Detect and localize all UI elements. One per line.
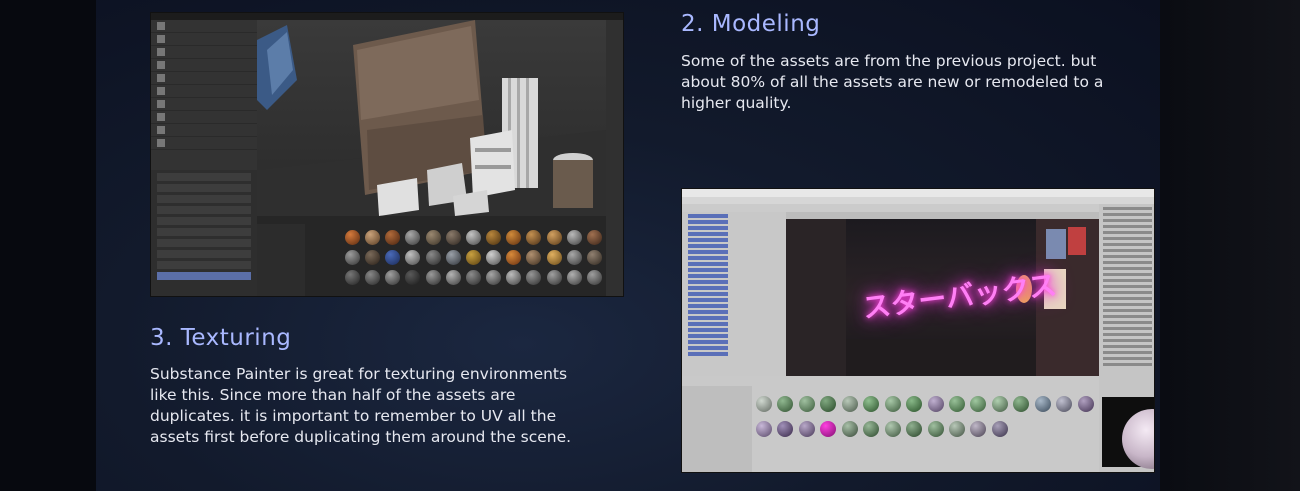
unity-scene-view: スターバックス bbox=[786, 219, 1099, 376]
sp-menubar bbox=[151, 13, 623, 20]
modeling-screenshot: スターバックス bbox=[681, 188, 1155, 473]
sp-layer-row bbox=[151, 33, 257, 46]
left-margin bbox=[0, 0, 96, 491]
sp-layer-row bbox=[151, 124, 257, 137]
modeling-body: Some of the assets are from the previous… bbox=[681, 52, 1104, 112]
texturing-screenshot bbox=[150, 12, 624, 297]
sp-layer-row bbox=[151, 137, 257, 150]
sp-layer-row bbox=[151, 46, 257, 59]
sp-material-grid bbox=[345, 230, 605, 285]
sp-layer-row bbox=[151, 111, 257, 124]
right-margin bbox=[1160, 0, 1300, 491]
sp-scene-render bbox=[257, 20, 606, 216]
unity-hierarchy bbox=[682, 212, 786, 376]
texturing-heading: 3. Texturing bbox=[150, 325, 292, 351]
sp-shelf-categories bbox=[257, 224, 305, 296]
sp-right-panel bbox=[606, 20, 623, 296]
unity-project-tree bbox=[682, 386, 752, 472]
preview-sphere bbox=[1122, 409, 1154, 469]
sp-layer-row bbox=[151, 59, 257, 72]
unity-titlebar bbox=[682, 189, 1154, 197]
unity-material-preview bbox=[1102, 397, 1154, 469]
sp-layer-row bbox=[151, 20, 257, 33]
sp-layers-panel bbox=[151, 20, 257, 170]
texturing-body: Substance Painter is great for texturing… bbox=[150, 365, 572, 446]
sp-shelf bbox=[257, 216, 606, 296]
unity-menubar bbox=[682, 197, 1154, 204]
sp-layer-row bbox=[151, 72, 257, 85]
unity-scene-tabs bbox=[786, 212, 1099, 219]
sp-properties-panel bbox=[151, 170, 257, 296]
unity-toolbar bbox=[682, 204, 1154, 212]
sp-layer-row bbox=[151, 85, 257, 98]
unity-project-panel bbox=[682, 376, 1099, 472]
sp-viewport bbox=[257, 20, 606, 216]
modeling-heading: 2. Modeling bbox=[681, 11, 821, 37]
unity-material-grid bbox=[756, 396, 1096, 437]
sp-layer-row bbox=[151, 98, 257, 111]
